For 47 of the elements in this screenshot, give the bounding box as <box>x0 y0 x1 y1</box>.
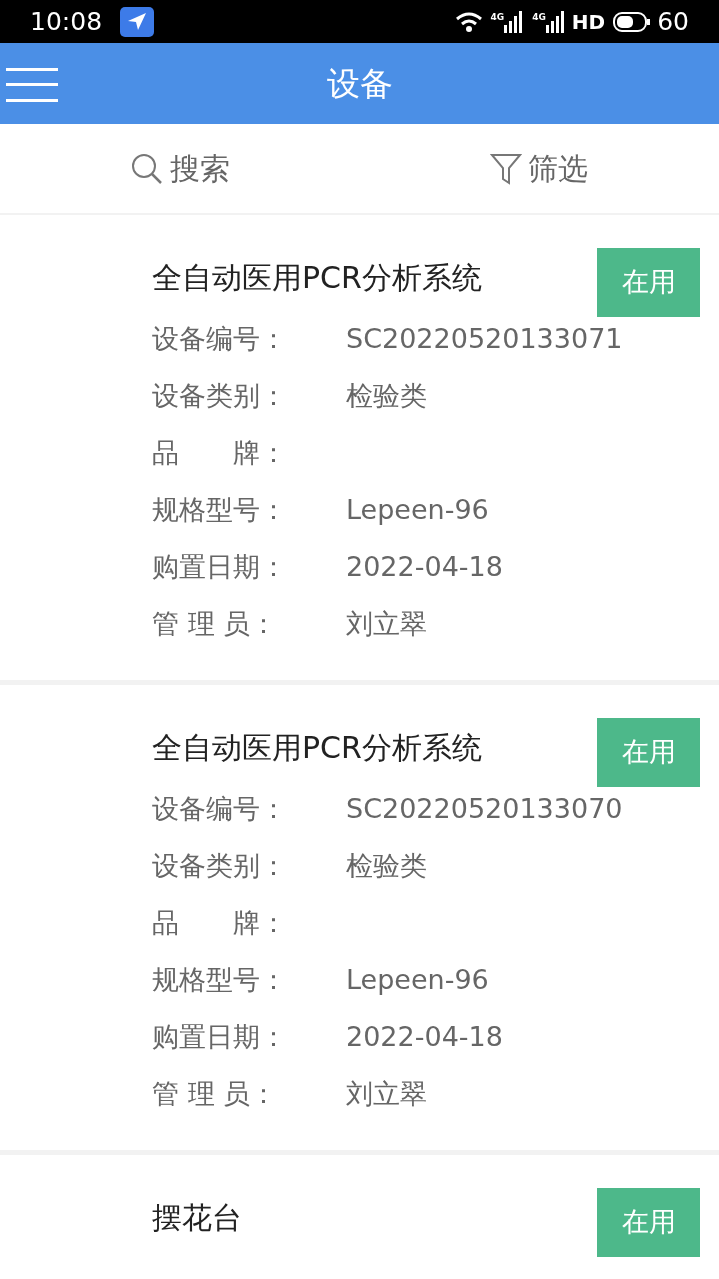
location-icon <box>120 6 155 37</box>
signal-icon <box>504 10 525 33</box>
page-title: 设备 <box>326 62 393 105</box>
device-card[interactable]: 全自动医用PCR分析系统 在用 设备编号： SC20220520133071 设备类别： 检验类 品 牌： 规格型号： Lepeen-96 购置日期： 2022-04-18 管 理 员： 刘立翠 <box>0 215 719 680</box>
field-label: 规格型号： <box>152 963 288 998</box>
field-label: 设备编号： <box>152 792 288 827</box>
device-name: 摆花台 <box>152 1199 242 1237</box>
field-value: 检验类 <box>346 379 427 414</box>
status-badge: 在用 <box>597 718 700 787</box>
hd-label: HD <box>571 8 606 36</box>
field-label: 设备编号： <box>152 322 288 357</box>
clock-time: 10:08 <box>30 5 103 38</box>
field-value: SC20220520133070 <box>346 792 623 827</box>
field-label: 管 理 员： <box>152 1077 279 1112</box>
device-card[interactable]: 摆花台 在用 <box>0 1155 719 1279</box>
signal-icon <box>545 10 566 33</box>
field-label: 购置日期： <box>152 550 288 585</box>
field-label: 管 理 员： <box>152 607 279 642</box>
filter-button[interactable]: 筛选 <box>359 146 719 191</box>
wifi-icon <box>454 10 483 33</box>
network-label: 4G <box>490 10 505 24</box>
status-badge: 在用 <box>597 248 700 317</box>
battery-level: 60 <box>657 5 689 38</box>
field-value: 检验类 <box>346 849 427 884</box>
field-label: 设备类别： <box>152 849 288 884</box>
menu-icon[interactable] <box>6 68 58 102</box>
field-value: 刘立翠 <box>346 1077 427 1112</box>
device-name: 全自动医用PCR分析系统 <box>152 259 482 297</box>
field-value: 2022-04-18 <box>346 1020 503 1055</box>
field-label: 购置日期： <box>152 1020 288 1055</box>
filter-icon <box>490 151 523 186</box>
field-label: 品 牌： <box>152 906 288 941</box>
field-value: 2022-04-18 <box>346 550 503 585</box>
device-name: 全自动医用PCR分析系统 <box>152 729 482 767</box>
field-label: 品 牌： <box>152 436 288 471</box>
battery-icon <box>613 10 652 33</box>
search-button[interactable]: 搜索 <box>0 146 360 191</box>
field-value: SC20220520133071 <box>346 322 623 357</box>
field-value: 刘立翠 <box>346 607 427 642</box>
field-label: 规格型号： <box>152 493 288 528</box>
network-label: 4G <box>532 10 546 24</box>
field-value: Lepeen-96 <box>346 963 489 998</box>
field-label: 设备类别： <box>152 379 288 414</box>
search-icon <box>129 151 164 186</box>
status-badge: 在用 <box>597 1188 700 1257</box>
field-value: Lepeen-96 <box>346 493 489 528</box>
device-card[interactable]: 全自动医用PCR分析系统 在用 设备编号： SC20220520133070 设备类别： 检验类 品 牌： 规格型号： Lepeen-96 购置日期： 2022-04-18 管 理 员： 刘立翠 <box>0 685 719 1150</box>
